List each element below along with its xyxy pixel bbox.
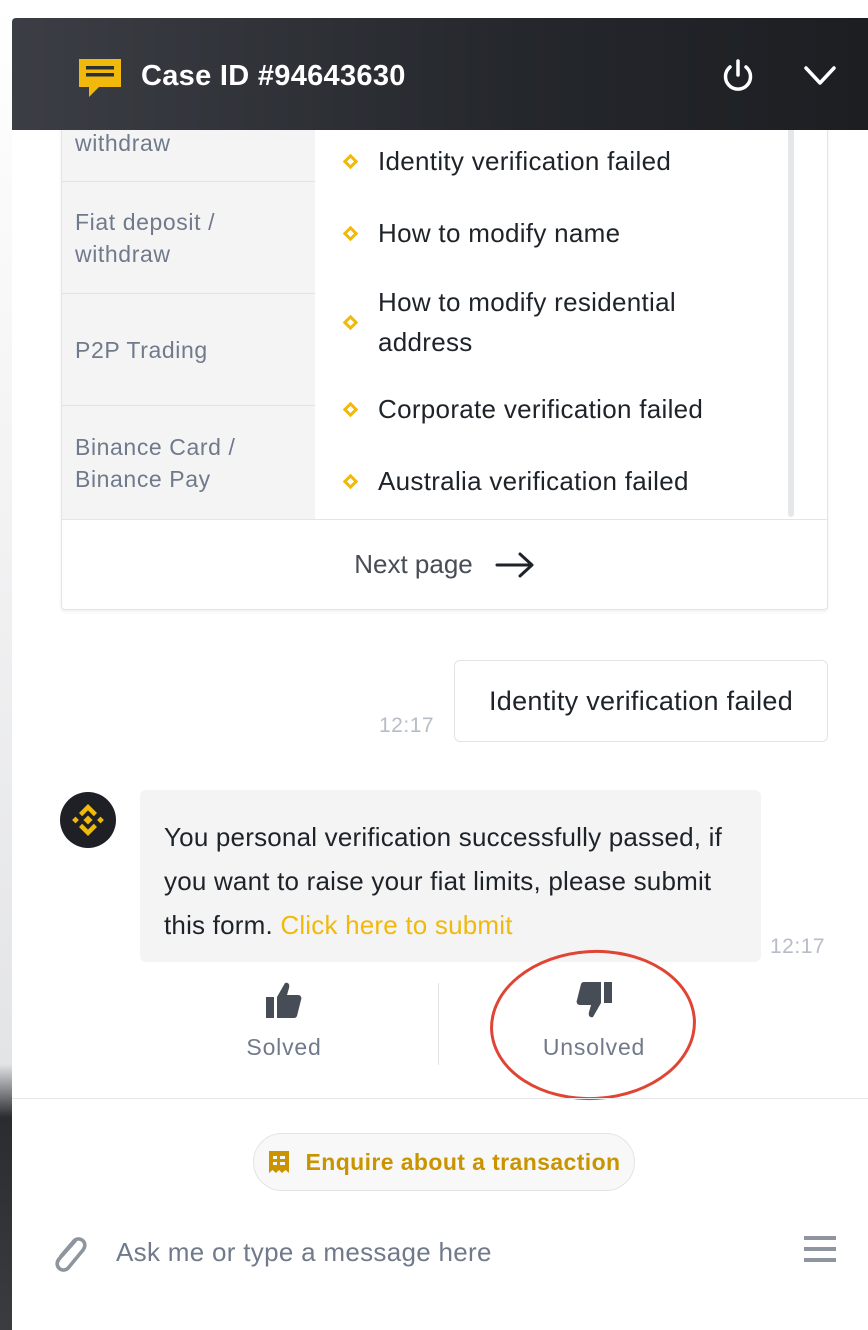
question-item[interactable]: Corporate verification failed [342,389,785,429]
menu-icon[interactable] [804,1236,836,1268]
diamond-bullet-icon [342,473,359,489]
question-list-scrollbar[interactable] [788,89,794,517]
receipt-icon [268,1151,289,1173]
question-label: How to modify residential address [378,287,676,357]
case-id-title: Case ID #94643630 [141,60,406,92]
chat-header: Case ID #94643630 [12,18,868,130]
category-item[interactable]: Binance Card / Binance Pay [62,406,315,519]
category-item[interactable]: P2P Trading [62,294,315,406]
category-label: Fiat deposit / withdraw [75,208,216,267]
next-page-label: Next page [354,549,473,579]
message-input[interactable] [116,1230,776,1274]
enquire-label: Enquire about a transaction [305,1148,621,1175]
enquire-transaction-button[interactable]: Enquire about a transaction [253,1133,635,1191]
user-message-bubble: Identity verification failed [454,660,828,742]
question-label: Identity verification failed [378,146,672,176]
solved-label: Solved [246,1034,322,1060]
chat-icon [79,59,121,97]
diamond-bullet-icon [342,225,359,241]
chevron-down-icon[interactable] [800,58,840,94]
menu-icon-bar [804,1236,836,1240]
question-item[interactable]: How to modify residential address [342,282,785,362]
question-list: Identity verification failed How to modi… [315,89,827,519]
category-item[interactable]: Fiat deposit / withdraw [62,182,315,294]
menu-icon-bar [804,1247,836,1251]
paperclip-icon[interactable] [48,1232,92,1276]
support-chat-widget: Case ID #94643630 withdraw Fiat deposit … [12,18,868,1330]
binance-logo-icon [72,804,104,836]
power-icon[interactable] [720,58,756,94]
arrow-right-icon [495,552,534,577]
diamond-bullet-icon [342,401,359,417]
category-label: Binance Card / Binance Pay [75,433,236,492]
question-item[interactable]: Identity verification failed [342,141,785,181]
question-label: Australia verification failed [378,466,689,496]
next-page-button[interactable]: Next page [62,519,827,609]
question-item[interactable]: Australia verification failed [342,461,785,501]
composer-divider [12,1098,868,1099]
category-label: P2P Trading [75,336,208,363]
user-message-text: Identity verification failed [488,685,794,716]
thumbs-up-icon [266,982,302,1018]
question-label: How to modify name [378,218,621,248]
page-background-top [0,0,868,18]
solved-button[interactable]: Solved [184,980,384,1070]
annotation-circle [486,944,700,1106]
menu-icon-bar [804,1258,836,1262]
bot-message-bubble: You personal verification successfully p… [140,790,761,962]
message-timestamp: 12:17 [379,714,435,737]
category-list: withdraw Fiat deposit / withdraw P2P Tra… [62,89,315,519]
faq-topic-card: withdraw Fiat deposit / withdraw P2P Tra… [61,88,828,610]
message-timestamp: 12:17 [770,935,826,958]
feedback-divider [438,983,439,1065]
page-background-left [0,0,12,1330]
submit-form-link[interactable]: Click here to submit [280,910,512,940]
category-label: withdraw [75,130,171,156]
diamond-bullet-icon [342,153,359,169]
question-item[interactable]: How to modify name [342,213,785,253]
question-label: Corporate verification failed [378,394,704,424]
bot-avatar [60,792,116,848]
diamond-bullet-icon [342,314,359,330]
